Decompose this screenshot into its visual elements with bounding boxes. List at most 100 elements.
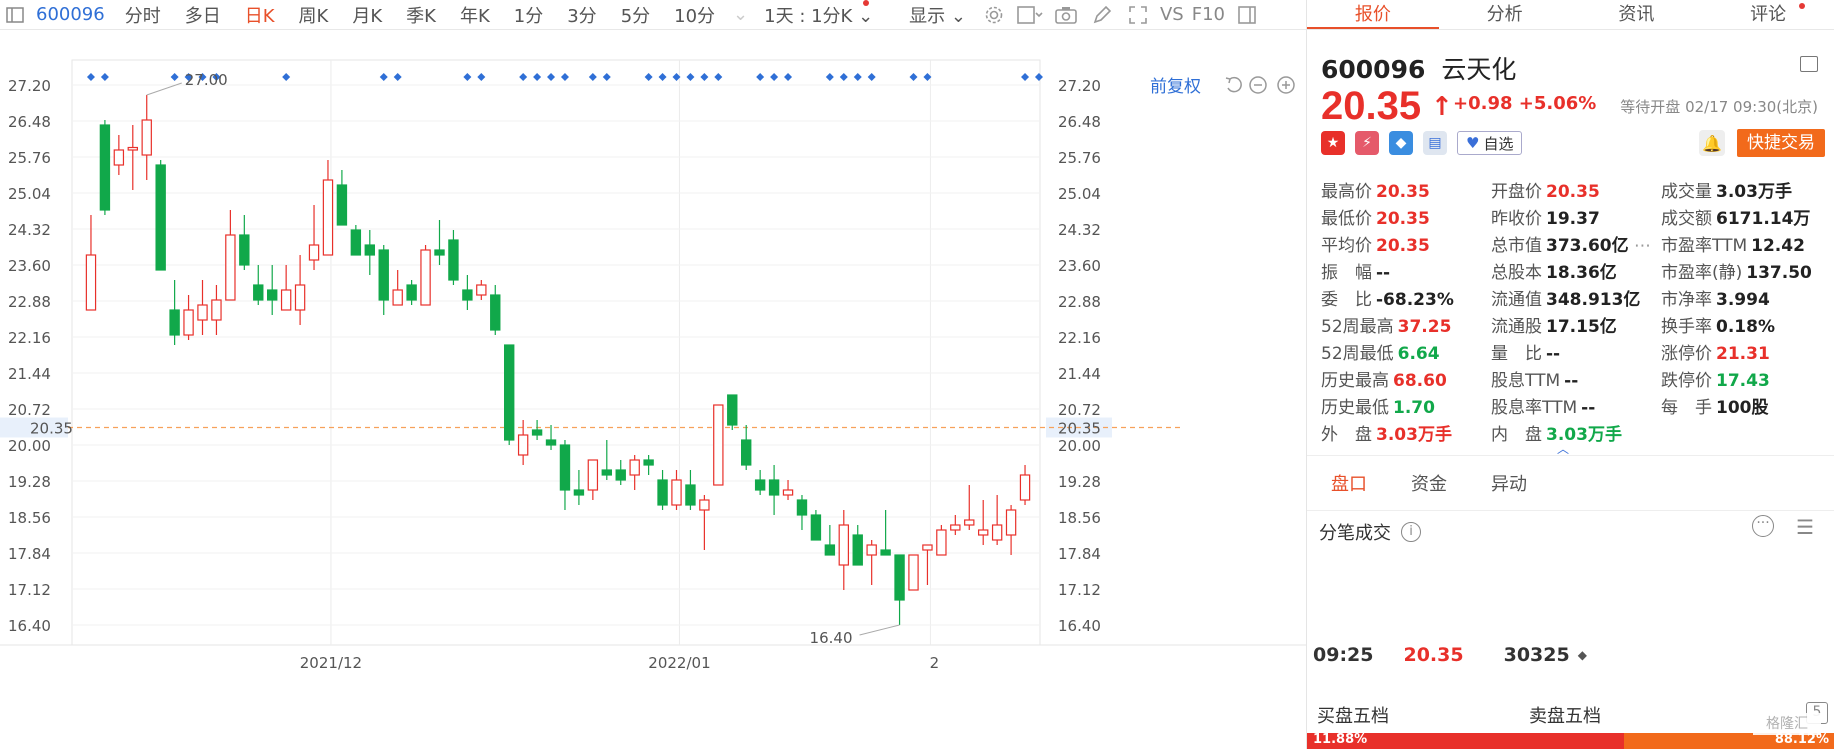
tab-1min[interactable]: 1分	[502, 2, 555, 28]
tab-intraday[interactable]: 分时	[113, 2, 173, 28]
candle-body[interactable]	[685, 484, 696, 506]
info-icon[interactable]: i	[1401, 522, 1421, 542]
tab-daily-k[interactable]: 日K	[233, 2, 287, 28]
candle-body[interactable]	[267, 289, 278, 301]
candle-body[interactable]	[741, 439, 752, 466]
restoration-toggle[interactable]: 前复权	[1150, 72, 1201, 97]
candle-body[interactable]	[490, 294, 501, 331]
candle-body[interactable]	[462, 289, 473, 301]
event-marker[interactable]	[658, 73, 667, 81]
event-marker[interactable]	[1021, 73, 1030, 81]
candle-body[interactable]	[978, 529, 989, 536]
overlay-dropdown-icon[interactable]	[1017, 4, 1043, 26]
candle-body[interactable]	[239, 234, 250, 266]
tab-comments[interactable]: 评论	[1702, 0, 1834, 29]
candle-body[interactable]	[615, 469, 626, 481]
candle-body[interactable]	[1019, 474, 1031, 501]
event-marker[interactable]	[853, 73, 862, 81]
event-marker[interactable]	[784, 73, 793, 81]
event-marker[interactable]	[839, 73, 848, 81]
vs-button[interactable]: VS	[1160, 4, 1184, 25]
event-marker[interactable]	[519, 73, 528, 81]
camera-icon[interactable]	[1053, 4, 1079, 26]
event-marker[interactable]	[282, 73, 291, 81]
candle-body[interactable]	[824, 544, 836, 556]
candle-body[interactable]	[253, 284, 264, 301]
candle-body[interactable]	[392, 289, 403, 306]
stock-code[interactable]: 600096	[36, 4, 105, 25]
candle-body[interactable]	[308, 244, 320, 261]
candle-body[interactable]	[169, 309, 180, 336]
candle-body[interactable]	[950, 524, 961, 531]
candle-body[interactable]	[322, 179, 334, 256]
tab-quarterly-k[interactable]: 季K	[394, 2, 448, 28]
candle-body[interactable]	[504, 344, 515, 441]
kline-chart[interactable]: 2021/12 2022/01 2 27.20 27.20 26.48 26.48 25.76…	[0, 30, 1306, 749]
event-marker[interactable]	[909, 73, 918, 81]
candle-body[interactable]	[587, 459, 599, 491]
candle-body[interactable]	[754, 479, 766, 491]
candle-body[interactable]	[406, 284, 417, 301]
add-watchlist-button[interactable]: ♥ 自选	[1457, 131, 1523, 155]
event-marker[interactable]	[477, 73, 486, 81]
candle-body[interactable]	[573, 489, 585, 496]
candle-body[interactable]	[991, 524, 1003, 541]
tab-news[interactable]: 资讯	[1571, 0, 1703, 29]
candle-body[interactable]	[476, 284, 487, 296]
candle-body[interactable]	[964, 519, 975, 526]
display-dropdown[interactable]: 显示 ⌄	[899, 2, 976, 28]
candle-body[interactable]	[183, 309, 194, 336]
candle-body[interactable]	[448, 239, 459, 281]
candle-body[interactable]	[85, 254, 97, 311]
candle-body[interactable]	[127, 146, 138, 151]
candle-body[interactable]	[643, 459, 654, 466]
event-marker[interactable]	[560, 73, 569, 81]
candle-body[interactable]	[629, 459, 640, 476]
candle-body[interactable]	[225, 234, 236, 301]
pencil-icon[interactable]	[1089, 4, 1115, 26]
tab-quote[interactable]: 报价	[1307, 0, 1439, 29]
candle-body[interactable]	[699, 499, 710, 511]
candle-body[interactable]	[420, 249, 431, 306]
event-marker[interactable]	[86, 73, 95, 81]
tab-multiday[interactable]: 多日	[173, 2, 233, 28]
candle-body[interactable]	[866, 544, 877, 556]
candle-body[interactable]	[378, 249, 389, 301]
tab-yearly-k[interactable]: 年K	[448, 2, 502, 28]
more-icon[interactable]: ⋯	[1629, 236, 1651, 256]
zoom-out-icon[interactable]	[1249, 76, 1267, 94]
undo-icon[interactable]	[1225, 76, 1242, 93]
event-marker[interactable]	[867, 73, 876, 81]
menu-icon[interactable]	[1800, 56, 1818, 72]
event-marker[interactable]	[686, 73, 695, 81]
gear-icon[interactable]	[981, 4, 1007, 26]
more-icon[interactable]: ···	[1752, 515, 1774, 537]
candle-body[interactable]	[517, 434, 529, 456]
tab-10min[interactable]: 10分	[662, 2, 727, 28]
side-panel-icon[interactable]	[1234, 4, 1260, 26]
candle-body[interactable]	[350, 229, 362, 256]
zoom-in-icon[interactable]	[1277, 76, 1295, 94]
event-marker[interactable]	[644, 73, 653, 81]
tag-icon[interactable]: ◆	[1389, 131, 1413, 155]
candle-body[interactable]	[908, 554, 919, 591]
event-marker[interactable]	[100, 73, 109, 81]
event-marker[interactable]	[602, 73, 611, 81]
candle-body[interactable]	[545, 439, 557, 446]
candle-body[interactable]	[852, 534, 863, 566]
event-marker[interactable]	[379, 73, 388, 81]
candle-body[interactable]	[280, 289, 292, 311]
candle-body[interactable]	[922, 544, 933, 551]
event-marker[interactable]	[714, 73, 723, 81]
event-marker[interactable]	[825, 73, 834, 81]
tab-weekly-k[interactable]: 周K	[287, 2, 341, 28]
tab-5min[interactable]: 5分	[609, 2, 662, 28]
event-marker[interactable]	[770, 73, 779, 81]
event-marker[interactable]	[700, 73, 709, 81]
candle-body[interactable]	[211, 299, 222, 321]
event-marker[interactable]	[533, 73, 542, 81]
candle-body[interactable]	[113, 149, 125, 166]
candle-body[interactable]	[657, 479, 668, 506]
candle-body[interactable]	[768, 479, 780, 496]
event-marker[interactable]	[1034, 73, 1043, 81]
